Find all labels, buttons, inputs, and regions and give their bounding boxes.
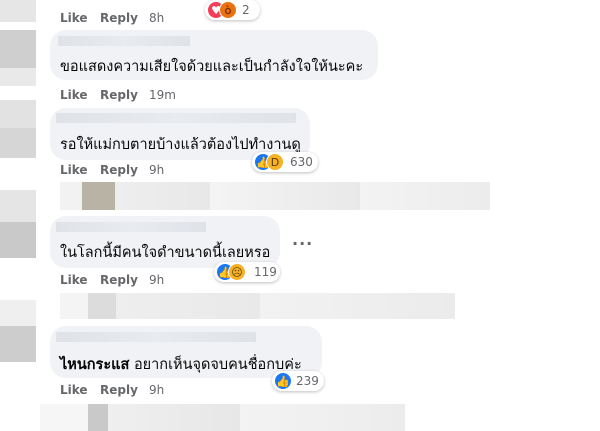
comment-time[interactable]: 9h <box>149 383 164 397</box>
reaction-summary[interactable]: 👍 239 <box>272 371 324 391</box>
reply-button[interactable]: Reply <box>100 11 138 25</box>
reply-button[interactable]: Reply <box>100 383 138 397</box>
reaction-count: 119 <box>254 265 277 279</box>
blurred-image <box>0 300 36 326</box>
comment-time[interactable]: 9h <box>149 163 164 177</box>
comment-actions: Like Reply 19m <box>60 88 200 104</box>
avatar[interactable] <box>0 326 36 362</box>
comment-actions: Like Reply 9h <box>60 163 200 179</box>
comment-text: ขอแสดงความเสียใจด้วยและเป็นกำลังใจให้นะค… <box>60 59 364 75</box>
tag-name[interactable]: ไหนกระแส <box>60 357 129 373</box>
comment-actions: Like Reply 8h <box>60 11 180 27</box>
blurred-reply <box>40 404 405 431</box>
comment-actions: Like Reply 9h <box>60 273 200 289</box>
avatar[interactable] <box>0 222 36 258</box>
comment-time[interactable]: 19m <box>149 88 176 102</box>
avatar[interactable] <box>0 100 36 128</box>
more-options-button[interactable]: ··· <box>292 234 313 253</box>
reply-button[interactable]: Reply <box>100 163 138 177</box>
blurred-reply <box>60 293 455 319</box>
like-button[interactable]: Like <box>60 383 88 397</box>
reaction-count: 239 <box>296 374 319 388</box>
comment-actions: Like Reply 9h <box>60 383 200 399</box>
reaction-count: 2 <box>242 3 250 17</box>
like-button[interactable]: Like <box>60 11 88 25</box>
reaction-summary[interactable]: 👍 ☹ 119 <box>214 262 280 282</box>
comment-time[interactable]: 8h <box>149 11 164 25</box>
blurred-image <box>0 128 36 158</box>
like-button[interactable]: Like <box>60 88 88 102</box>
reply-button[interactable]: Reply <box>100 88 138 102</box>
blurred-image <box>0 190 36 222</box>
avatar[interactable] <box>0 0 36 22</box>
reaction-summary[interactable]: ♥ ò 2 <box>205 0 260 20</box>
sad-icon: ☹ <box>228 263 246 281</box>
like-button[interactable]: Like <box>60 163 88 177</box>
reaction-count: 630 <box>290 155 313 169</box>
commenter-name[interactable] <box>56 113 296 123</box>
reply-button[interactable]: Reply <box>100 273 138 287</box>
comment-text: ในโลกนี้มีคนใจดำขนาดนี้เลยหรอ <box>60 245 271 261</box>
reaction-summary[interactable]: 👍 D 630 <box>252 152 318 172</box>
avatar[interactable] <box>0 30 36 68</box>
blurred-image <box>0 68 36 86</box>
comment-text: ไหนกระแส อยากเห็นจุดจบคนชื่อกบค่ะ <box>60 353 302 376</box>
like-button[interactable]: Like <box>60 273 88 287</box>
commenter-name[interactable] <box>56 222 206 232</box>
comment-body: อยากเห็นจุดจบคนชื่อกบค่ะ <box>133 357 302 373</box>
like-icon: 👍 <box>274 372 292 390</box>
blurred-reply <box>60 182 490 210</box>
comment-time[interactable]: 9h <box>149 273 164 287</box>
haha-icon: D <box>266 153 284 171</box>
angry-icon: ò <box>219 1 237 19</box>
commenter-name[interactable] <box>56 332 256 342</box>
commenter-name[interactable] <box>58 36 190 46</box>
